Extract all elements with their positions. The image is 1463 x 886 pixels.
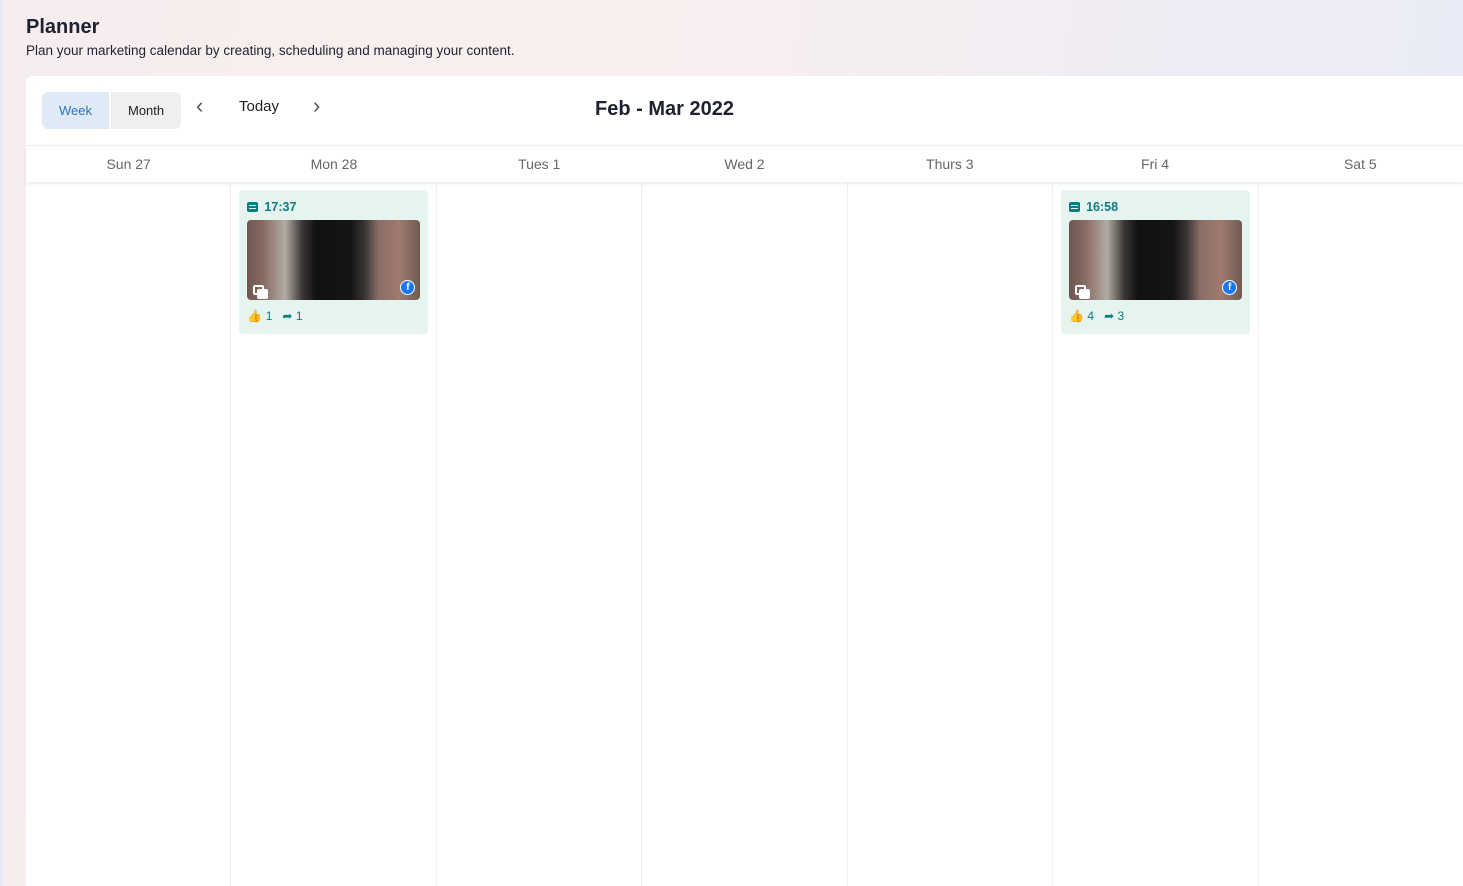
- day-column[interactable]: [848, 182, 1054, 886]
- thumbs-up-icon: 👍: [1069, 309, 1085, 323]
- day-column[interactable]: [1259, 182, 1463, 886]
- calendar-toolbar: Week Month ‹ Today › Feb - Mar 2022: [26, 76, 1463, 146]
- post-image[interactable]: f: [1069, 220, 1243, 300]
- likes: 👍 4: [1069, 309, 1094, 323]
- left-edge: [0, 0, 3, 886]
- day-header: Thurs 3: [926, 156, 974, 172]
- day-header: Sun 27: [106, 156, 151, 172]
- date-range: Feb - Mar 2022: [595, 98, 734, 120]
- day-column[interactable]: [642, 182, 848, 886]
- post-card[interactable]: 16:58 f 👍 4 ➦ 3: [1061, 190, 1251, 334]
- post-icon: [247, 202, 259, 212]
- day-header: Mon 28: [310, 156, 358, 172]
- day-column[interactable]: [26, 182, 232, 886]
- likes: 👍 1: [247, 309, 272, 323]
- shares: ➦ 3: [1104, 309, 1124, 323]
- day-column[interactable]: 17:37 f 👍 1 ➦ 1: [231, 182, 437, 886]
- thumbs-up-icon: 👍: [247, 309, 263, 323]
- day-column[interactable]: 16:58 f 👍 4 ➦ 3: [1053, 182, 1259, 886]
- shares-count: 3: [1117, 309, 1125, 323]
- day-column[interactable]: [437, 182, 643, 886]
- day-headers: Sun 27 Mon 28 Tues 1 Wed 2 Thurs 3 Fri 4…: [26, 146, 1463, 182]
- share-icon: ➦: [1104, 309, 1115, 323]
- post-time: 17:37: [264, 200, 297, 214]
- shares: ➦ 1: [282, 309, 302, 323]
- day-header: Wed 2: [724, 156, 765, 172]
- day-columns: 17:37 f 👍 1 ➦ 1 16:58 f 👍 4 ➦ 3: [26, 182, 1463, 886]
- post-card[interactable]: 17:37 f 👍 1 ➦ 1: [239, 190, 429, 334]
- likes-count: 4: [1087, 309, 1095, 323]
- facebook-icon: f: [1222, 280, 1238, 295]
- facebook-icon: f: [400, 280, 416, 295]
- multiple-images-icon: [1075, 285, 1091, 299]
- likes-count: 1: [265, 309, 273, 323]
- day-header: Sat 5: [1343, 156, 1377, 172]
- page-title: Planner: [26, 16, 100, 38]
- calendar: Week Month ‹ Today › Feb - Mar 2022 Sun …: [26, 76, 1463, 886]
- day-header: Tues 1: [518, 156, 561, 172]
- shares-count: 1: [295, 309, 303, 323]
- post-icon: [1069, 202, 1081, 212]
- post-time: 16:58: [1086, 200, 1119, 214]
- page-subtitle: Plan your marketing calendar by creating…: [26, 43, 515, 58]
- share-icon: ➦: [282, 309, 293, 323]
- multiple-images-icon: [253, 285, 269, 299]
- post-image[interactable]: f: [247, 220, 421, 300]
- day-header: Fri 4: [1141, 156, 1170, 172]
